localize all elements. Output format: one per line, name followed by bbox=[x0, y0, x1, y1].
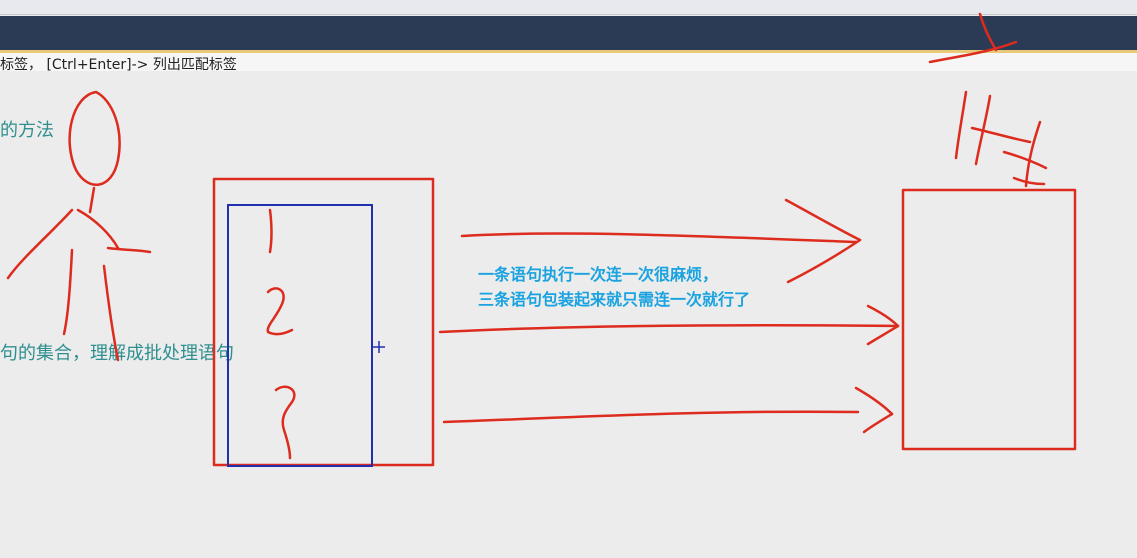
crosshair-cursor-icon bbox=[373, 341, 385, 353]
arrow-2-head-bottom bbox=[866, 324, 900, 346]
digit-one-stroke bbox=[268, 208, 273, 254]
pen-drawing-overlay bbox=[6, 12, 1077, 467]
digit-three-stroke bbox=[274, 385, 296, 460]
db-label-stroke-8 bbox=[1012, 176, 1046, 186]
arrow-2-shaft bbox=[438, 324, 898, 334]
arrow-1-head-bottom bbox=[786, 238, 862, 284]
arrow-2-head-top bbox=[866, 304, 900, 328]
person-left-arm-stroke bbox=[6, 208, 74, 280]
arrow-3-head-top bbox=[854, 386, 894, 416]
db-label-stroke-7 bbox=[1002, 150, 1048, 170]
batch-inner-box bbox=[227, 204, 373, 467]
person-body-stroke bbox=[76, 208, 120, 250]
db-label-stroke-3 bbox=[954, 90, 968, 160]
arrow-1-head-top bbox=[784, 198, 862, 242]
arrow-3-shaft bbox=[442, 410, 860, 424]
db-label-stroke-2 bbox=[928, 40, 1018, 64]
db-label-stroke-6 bbox=[1024, 120, 1042, 188]
database-box bbox=[901, 188, 1077, 451]
person-left-leg-stroke bbox=[62, 248, 74, 336]
batch-outer-box bbox=[212, 177, 435, 467]
arrow-3-head-bottom bbox=[862, 412, 894, 434]
arrow-1-shaft bbox=[460, 232, 858, 244]
person-right-arm-stroke bbox=[106, 246, 152, 254]
db-label-stroke-1 bbox=[978, 12, 998, 52]
person-neck-stroke bbox=[88, 186, 96, 214]
person-head-stroke bbox=[68, 90, 121, 186]
digit-two-stroke bbox=[266, 287, 294, 336]
person-right-leg-stroke bbox=[102, 264, 120, 362]
